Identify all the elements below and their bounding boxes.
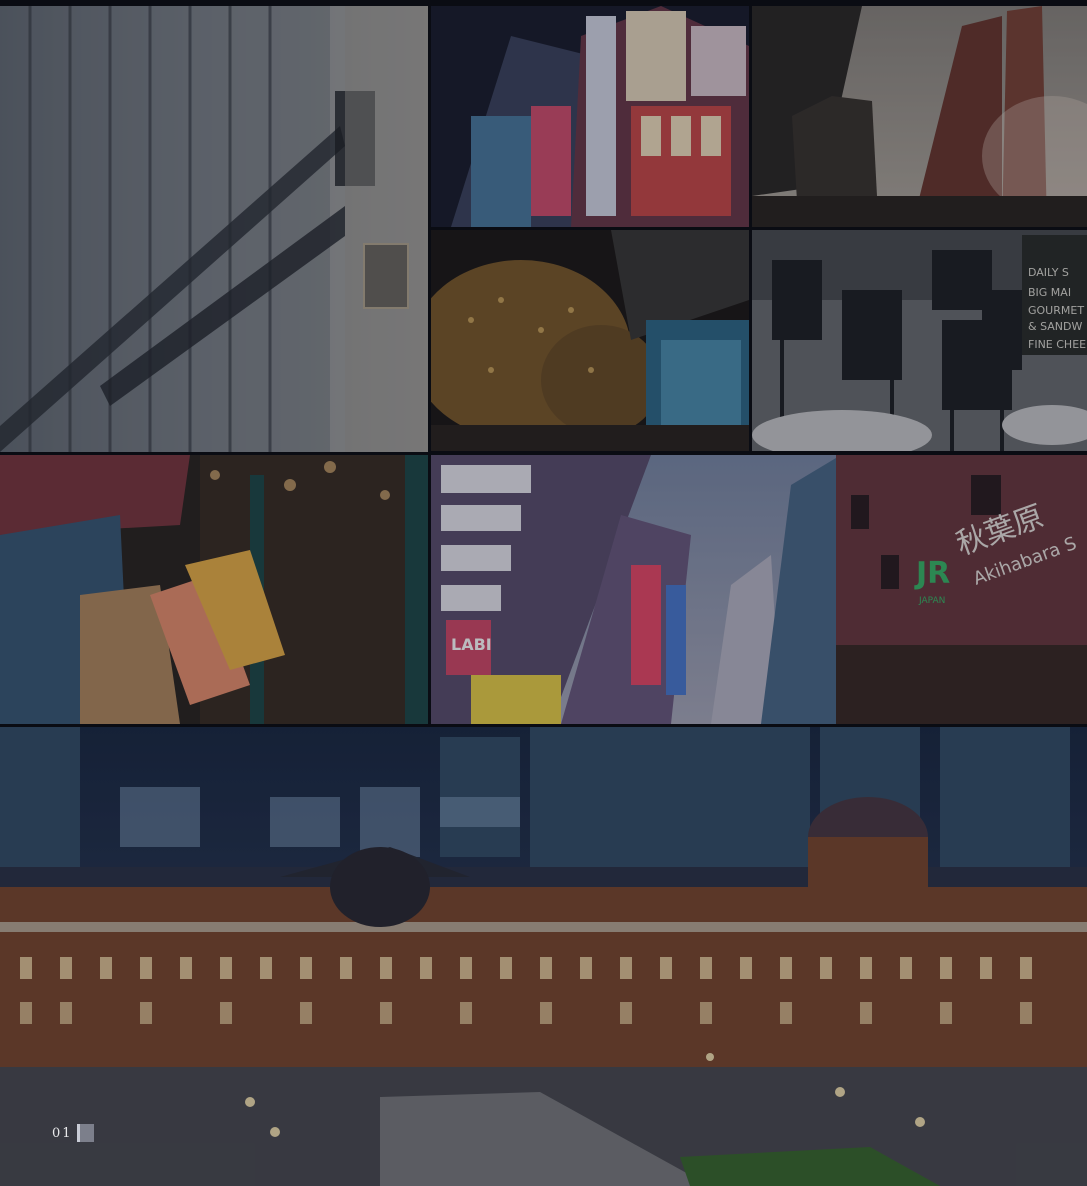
photo-tokyo-station-at-night bbox=[0, 727, 1087, 1186]
photo-twin-tower-skyscraper bbox=[752, 6, 1087, 227]
photo-akihabara-street-and-station: LABI JR JAPAN 秋葉原 Akihabara S bbox=[431, 455, 1087, 724]
photo-outdoor-cafe: DAILY S BIG MAI GOURMET & SANDW FINE CHE… bbox=[752, 230, 1087, 451]
jr-logo: JR bbox=[914, 556, 950, 591]
cafe-board-line: BIG MAI bbox=[1028, 286, 1071, 299]
photo-illuminated-trees-plaza bbox=[431, 230, 749, 451]
slide-counter: 01 bbox=[52, 1124, 94, 1142]
labi-sign: LABI bbox=[451, 635, 492, 654]
slide-progress-indicator bbox=[76, 1124, 94, 1142]
jr-logo-sub: JAPAN bbox=[918, 596, 945, 606]
cafe-board-line: FINE CHEE bbox=[1028, 338, 1086, 351]
cafe-board-line: DAILY S bbox=[1028, 266, 1069, 279]
photo-department-store-facade bbox=[0, 6, 428, 452]
photo-akihabara-billboards bbox=[431, 6, 749, 227]
slide-counter-number: 01 bbox=[52, 1125, 73, 1141]
photo-shopping-bags bbox=[0, 455, 428, 724]
cafe-board-line: & SANDW bbox=[1028, 320, 1082, 333]
cafe-board-line: GOURMET bbox=[1028, 304, 1084, 317]
